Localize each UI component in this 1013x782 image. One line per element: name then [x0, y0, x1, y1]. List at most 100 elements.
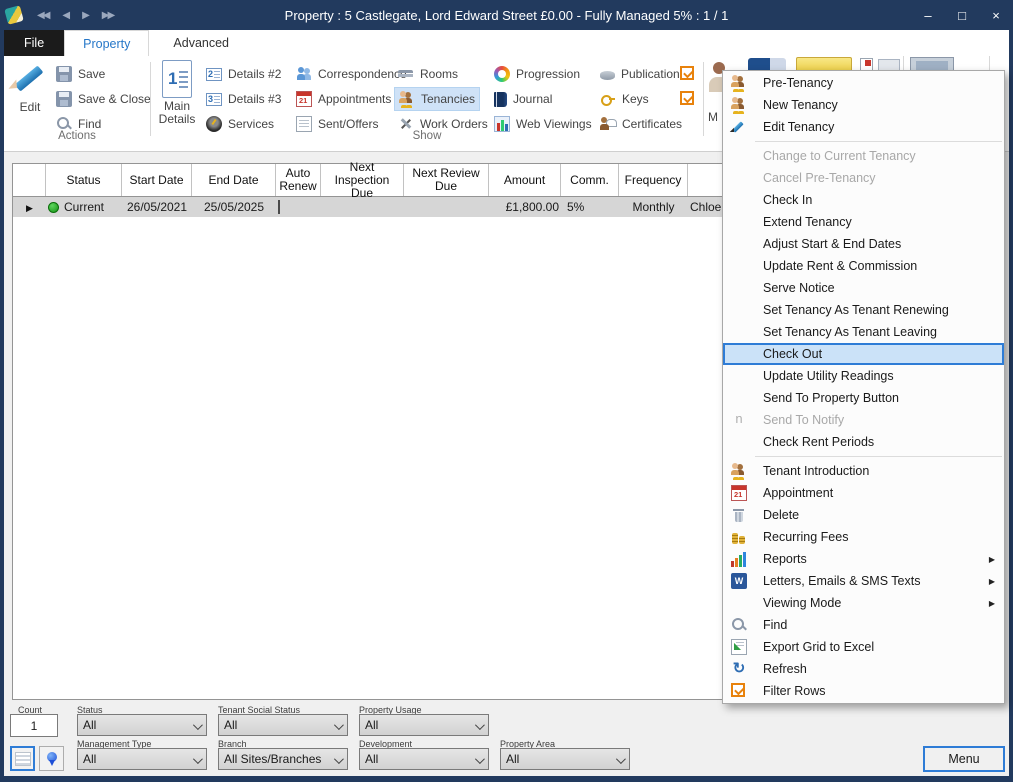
- edit-button[interactable]: Edit: [10, 60, 50, 114]
- nav-next-button[interactable]: ▶: [75, 6, 95, 25]
- appointments-label: Appointments: [318, 92, 391, 106]
- edit-label: Edit: [20, 100, 41, 114]
- menu-item-viewing-mode[interactable]: Viewing Mode▶: [723, 592, 1004, 614]
- publications-checkbox[interactable]: [680, 66, 694, 80]
- menu-item-export-grid-to-excel[interactable]: Export Grid to Excel: [723, 636, 1004, 658]
- list-view-button[interactable]: [10, 746, 35, 771]
- menu-item-set-tenant-renewing[interactable]: Set Tenancy As Tenant Renewing: [723, 299, 1004, 321]
- col-header-status[interactable]: Status: [46, 164, 122, 196]
- menu-item-serve-notice[interactable]: Serve Notice: [723, 277, 1004, 299]
- window-title: Property : 5 Castlegate, Lord Edward Str…: [0, 8, 1013, 23]
- menu-item-check-out[interactable]: Check Out: [723, 343, 1004, 365]
- save-button[interactable]: Save: [52, 62, 109, 86]
- nav-prev-button[interactable]: ◀: [55, 6, 75, 25]
- monitor-icon: [910, 57, 954, 71]
- cell-end-date: 25/05/2025: [192, 200, 276, 214]
- menu-item-update-rent-commission[interactable]: Update Rent & Commission: [723, 255, 1004, 277]
- status-filter-value: All: [83, 718, 96, 732]
- journal-button[interactable]: Journal: [490, 87, 556, 111]
- maximize-button[interactable]: □: [945, 0, 979, 30]
- tab-file[interactable]: File: [4, 30, 64, 56]
- auto-renew-checkbox[interactable]: [278, 200, 280, 214]
- menu-item-letters-emails-sms[interactable]: WLetters, Emails & SMS Texts▶: [723, 570, 1004, 592]
- minimize-button[interactable]: –: [911, 0, 945, 30]
- services-label: Services: [228, 117, 274, 131]
- col-header-frequency[interactable]: Frequency: [619, 164, 688, 196]
- keys-checkbox[interactable]: [680, 91, 694, 105]
- details3-button[interactable]: Details #3: [202, 87, 285, 111]
- menu-item-check-rent-periods[interactable]: Check Rent Periods: [723, 431, 1004, 453]
- rooms-button[interactable]: Rooms: [394, 62, 462, 86]
- save-close-icon: [56, 91, 72, 107]
- correspondence-button[interactable]: Correspondence: [292, 62, 411, 86]
- nav-first-button[interactable]: ◀◀: [30, 6, 55, 25]
- col-header-auto-renew[interactable]: Auto Renew: [276, 164, 321, 196]
- appointments-button[interactable]: Appointments: [292, 87, 395, 111]
- nav-last-button[interactable]: ▶▶: [95, 6, 120, 25]
- property-area-dropdown[interactable]: All: [500, 748, 630, 770]
- management-type-value: All: [83, 752, 96, 766]
- cell-status: Current: [64, 200, 104, 214]
- map-view-button[interactable]: [39, 746, 64, 771]
- col-header-next-review[interactable]: Next Review Due: [404, 164, 489, 196]
- menu-item-check-in[interactable]: Check In: [723, 189, 1004, 211]
- menu-item-send-to-notify: nSend To Notify: [723, 409, 1004, 431]
- cell-frequency: Monthly: [619, 200, 688, 214]
- menu-item-refresh[interactable]: ↻Refresh: [723, 658, 1004, 680]
- menu-item-set-tenant-leaving[interactable]: Set Tenancy As Tenant Leaving: [723, 321, 1004, 343]
- menu-item-label: Check Rent Periods: [763, 435, 874, 449]
- menu-item-find[interactable]: Find: [723, 614, 1004, 636]
- details2-icon: [206, 68, 222, 81]
- col-header-amount[interactable]: Amount: [489, 164, 561, 196]
- tenancy-context-menu: Pre-Tenancy New Tenancy Edit Tenancy Cha…: [722, 70, 1005, 704]
- close-button[interactable]: ×: [979, 0, 1013, 30]
- col-header-start-date[interactable]: Start Date: [122, 164, 192, 196]
- menu-item-update-utility-readings[interactable]: Update Utility Readings: [723, 365, 1004, 387]
- keys-button[interactable]: Keys: [596, 87, 653, 111]
- main-details-button[interactable]: Main Details: [156, 60, 198, 126]
- menu-item-new-tenancy[interactable]: New Tenancy: [723, 94, 1004, 116]
- menu-item-send-to-property-button[interactable]: Send To Property Button: [723, 387, 1004, 409]
- save-label: Save: [78, 67, 105, 81]
- list-view-icon: [15, 752, 31, 766]
- menu-button[interactable]: Menu: [923, 746, 1005, 772]
- show-group-label: Show: [150, 130, 704, 142]
- publications-button[interactable]: Publications: [596, 62, 690, 86]
- nav-last-icon: ▶▶: [102, 10, 113, 21]
- menu-item-recurring-fees[interactable]: Recurring Fees: [723, 526, 1004, 548]
- sent-offers-label: Sent/Offers: [318, 117, 378, 131]
- tenancies-button[interactable]: Tenancies: [394, 87, 480, 111]
- menu-item-filter-rows[interactable]: Filter Rows: [723, 680, 1004, 702]
- tenant-social-dropdown[interactable]: All: [218, 714, 348, 736]
- property-usage-dropdown[interactable]: All: [359, 714, 489, 736]
- status-filter-dropdown[interactable]: All: [77, 714, 207, 736]
- menu-item-label: Filter Rows: [763, 684, 826, 698]
- cell-amount: £1,800.00: [489, 200, 561, 214]
- menu-item-reports[interactable]: Reports▶: [723, 548, 1004, 570]
- close-icon: ×: [992, 8, 1000, 23]
- menu-item-delete[interactable]: Delete: [723, 504, 1004, 526]
- menu-item-adjust-start-end-dates[interactable]: Adjust Start & End Dates: [723, 233, 1004, 255]
- menu-item-tenant-introduction[interactable]: Tenant Introduction: [723, 460, 1004, 482]
- management-type-dropdown[interactable]: All: [77, 748, 207, 770]
- rooms-label: Rooms: [420, 67, 458, 81]
- progression-button[interactable]: Progression: [490, 62, 584, 86]
- menu-item-label: Tenant Introduction: [763, 464, 869, 478]
- menu-item-label: Edit Tenancy: [763, 120, 834, 134]
- col-header-comm[interactable]: Comm.: [561, 164, 619, 196]
- development-dropdown[interactable]: All: [359, 748, 489, 770]
- menu-item-extend-tenancy[interactable]: Extend Tenancy: [723, 211, 1004, 233]
- menu-item-appointment[interactable]: Appointment: [723, 482, 1004, 504]
- col-header-end-date[interactable]: End Date: [192, 164, 276, 196]
- menu-item-edit-tenancy[interactable]: Edit Tenancy: [723, 116, 1004, 138]
- tab-advanced[interactable]: Advanced: [155, 30, 247, 56]
- bed-icon: [398, 66, 414, 82]
- col-header-next-inspection[interactable]: Next Inspection Due: [321, 164, 404, 196]
- save-close-button[interactable]: Save & Close: [52, 87, 155, 111]
- menu-item-label: Cancel Pre-Tenancy: [763, 171, 876, 185]
- menu-item-pre-tenancy[interactable]: Pre-Tenancy: [723, 72, 1004, 94]
- menu-item-label: Recurring Fees: [763, 530, 848, 544]
- tab-property[interactable]: Property: [64, 30, 149, 56]
- details2-button[interactable]: Details #2: [202, 62, 285, 86]
- branch-dropdown[interactable]: All Sites/Branches: [218, 748, 348, 770]
